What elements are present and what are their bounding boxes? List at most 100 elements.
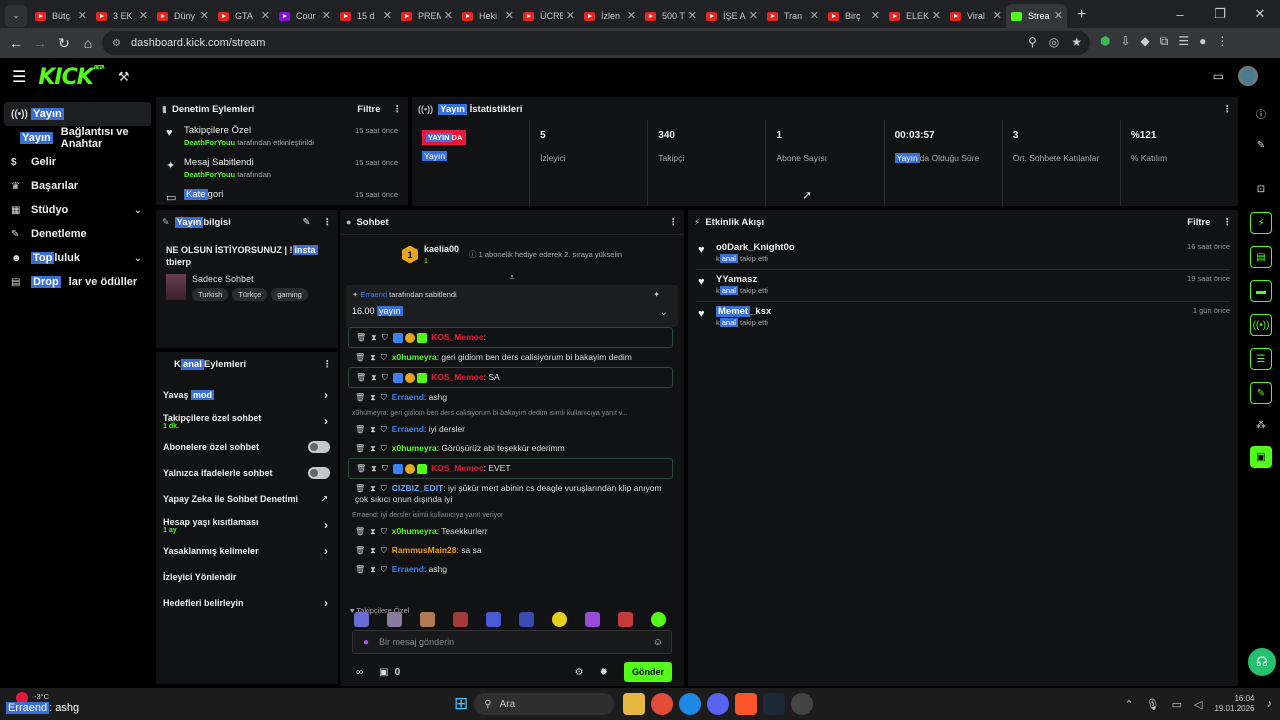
timeout-icon[interactable]: ⧗ xyxy=(370,527,376,536)
reply-reference[interactable]: x0humeyra: geri gidiom ben ders calisiyo… xyxy=(340,407,684,420)
restore-icon[interactable]: ❐ xyxy=(1200,6,1240,22)
sidebar-item-drops[interactable]: ▤ Drop lar ve ödüller xyxy=(0,270,152,294)
close-tab-icon[interactable]: ✕ xyxy=(623,9,636,22)
chat-bubble-icon[interactable]: ▬ xyxy=(1250,280,1272,302)
chat-username[interactable]: RammusMain28 xyxy=(392,545,457,555)
close-tab-icon[interactable]: ✕ xyxy=(562,9,575,22)
more-options-icon[interactable]: ⋮ xyxy=(669,217,679,228)
chat-username[interactable]: x0humeyra xyxy=(392,526,437,536)
windows-start-icon[interactable]: ⊞ xyxy=(454,694,468,714)
browser-tab[interactable]: Düny ✕ xyxy=(152,4,213,28)
emote[interactable] xyxy=(651,612,666,627)
back-icon[interactable]: ← xyxy=(4,35,28,51)
tag[interactable]: Turkish xyxy=(192,288,229,301)
browser-tab[interactable]: Birç ✕ xyxy=(823,4,884,28)
slow-mode-row[interactable]: Yavaş mod › xyxy=(156,382,338,408)
timeout-icon[interactable]: ⧗ xyxy=(370,353,376,362)
extension-icon[interactable]: ⇩ xyxy=(1120,34,1130,49)
chat-username[interactable]: Erraend xyxy=(392,564,424,574)
wrench-icon[interactable]: ✎ xyxy=(1250,382,1272,404)
browser-tab[interactable]: 3 EK ✕ xyxy=(91,4,152,28)
broadcast-icon[interactable]: ((•)) xyxy=(1250,314,1272,336)
close-tab-icon[interactable]: ✕ xyxy=(196,9,209,22)
clock[interactable]: 16:04 19.01.2026 xyxy=(1214,694,1254,714)
edit-icon[interactable]: ✎ xyxy=(1250,134,1272,156)
tag[interactable]: Türkçe xyxy=(232,288,268,301)
send-button[interactable]: Gönder xyxy=(623,662,672,682)
filter-button[interactable]: Filtre xyxy=(357,104,380,115)
browser-tab[interactable]: Viral ✕ xyxy=(945,4,1006,28)
delete-icon[interactable]: 🗑︎ xyxy=(355,565,365,574)
kick-logo[interactable]: KICKBETA xyxy=(38,65,105,90)
more-options-icon[interactable]: ⋮ xyxy=(1223,217,1233,228)
settings-gear-icon[interactable]: ⚙ xyxy=(575,667,584,678)
close-tab-icon[interactable]: ✕ xyxy=(74,9,87,22)
account-age-row[interactable]: Hesap yaşı kısıtlaması 1 ay › xyxy=(156,512,338,538)
bot-link-icon[interactable]: ∞ xyxy=(356,667,363,678)
close-window-icon[interactable]: ✕ xyxy=(1240,6,1280,22)
info-icon[interactable]: ⓘ xyxy=(1250,102,1272,124)
chat-username[interactable]: Erraend xyxy=(392,424,424,434)
shield-extension-icon[interactable]: ⬢ xyxy=(1100,34,1110,49)
chat-username[interactable]: CIZBIZ_EDIT xyxy=(392,483,443,493)
crop-icon[interactable]: ⊡ xyxy=(1250,178,1272,200)
browser-tab[interactable]: 15 d ✕ xyxy=(335,4,396,28)
emoji-icon[interactable]: ☺ xyxy=(653,637,663,648)
taskbar-search[interactable]: ⚲ Ara xyxy=(474,693,615,715)
browser-tab[interactable]: Heki ✕ xyxy=(457,4,518,28)
browser-tab[interactable]: ÜCRE ✕ xyxy=(518,4,579,28)
reload-icon[interactable]: ↻ xyxy=(52,35,76,52)
more-options-icon[interactable]: ⋮ xyxy=(393,104,403,115)
chrome-icon[interactable] xyxy=(651,693,674,715)
star-badge-icon[interactable]: ✹ xyxy=(600,667,608,678)
delete-icon[interactable]: 🗑︎ xyxy=(356,333,366,342)
chat-input[interactable]: ● Bir mesaj gönderin ☺ xyxy=(352,630,672,654)
close-tab-icon[interactable]: ✕ xyxy=(379,9,392,22)
more-options-icon[interactable]: ⋮ xyxy=(323,217,333,228)
delete-icon[interactable]: 🗑︎ xyxy=(356,464,366,473)
share-icon[interactable]: ⁂ xyxy=(1250,414,1272,436)
menu-list-icon[interactable]: ☰ xyxy=(1178,34,1189,49)
tab-search-dropdown[interactable]: ⌄ xyxy=(5,4,27,27)
file-explorer-icon[interactable] xyxy=(623,693,646,715)
timeout-icon[interactable]: ⧗ xyxy=(371,464,377,473)
close-tab-icon[interactable]: ✕ xyxy=(806,9,819,22)
extension-icon[interactable]: ◆ xyxy=(1141,34,1150,49)
ai-moderation-row[interactable]: Yapay Zeka ile Sohbet Denetimi ↗ xyxy=(156,486,338,512)
emote[interactable] xyxy=(420,612,435,627)
close-tab-icon[interactable]: ✕ xyxy=(257,9,270,22)
chevron-down-icon[interactable]: ⌄ xyxy=(660,307,668,318)
emote[interactable] xyxy=(453,612,468,627)
pin-icon[interactable]: ✦ xyxy=(653,290,660,299)
notes-icon[interactable]: ▤ xyxy=(1250,246,1272,268)
robot-icon[interactable]: ▣ xyxy=(1250,446,1272,468)
url-field[interactable]: ⚙ dashboard.kick.com/stream ⚲ ◎ ★ xyxy=(102,31,1090,55)
puzzle-icon[interactable]: ⧉ xyxy=(1160,34,1169,49)
emote[interactable] xyxy=(486,612,501,627)
more-options-icon[interactable]: ⋮ xyxy=(1223,104,1233,115)
notification-bell-icon[interactable]: ♪ xyxy=(1267,698,1273,710)
banned-words-row[interactable]: Yasaklanmış kelimeler › xyxy=(156,538,338,564)
timeout-icon[interactable]: ⧗ xyxy=(370,425,376,434)
close-tab-icon[interactable]: ✕ xyxy=(989,9,1002,22)
sidebar-item-revenue[interactable]: $ Gelir xyxy=(0,150,152,174)
more-options-icon[interactable]: ⋮ xyxy=(323,359,333,370)
close-tab-icon[interactable]: ✕ xyxy=(684,9,697,22)
chat-username[interactable]: KOS_Memoc xyxy=(431,463,483,473)
emotes-only-toggle[interactable] xyxy=(308,467,330,479)
browser-tab[interactable]: GTA ✕ xyxy=(213,4,274,28)
mic-icon[interactable]: ● xyxy=(363,637,369,648)
steam-icon[interactable] xyxy=(763,693,786,715)
timeout-icon[interactable]: ⧗ xyxy=(370,565,376,574)
browser-menu-icon[interactable]: ⋮ xyxy=(1216,34,1228,49)
app-icon[interactable] xyxy=(791,693,814,715)
browser-tab[interactable]: Bütç ✕ xyxy=(30,4,91,28)
hamburger-menu-icon[interactable]: ☰ xyxy=(12,67,26,87)
eye-off-icon[interactable]: ◎ xyxy=(1049,35,1059,49)
delete-icon[interactable]: 🗑︎ xyxy=(355,393,365,402)
sidebar-item-studio[interactable]: ▦ Stüdyo ⌄ xyxy=(0,198,152,222)
delete-icon[interactable]: 🗑︎ xyxy=(355,353,365,362)
store-icon[interactable]: ▣ xyxy=(379,667,388,678)
emote[interactable] xyxy=(618,612,633,627)
avatar[interactable] xyxy=(1238,66,1258,86)
